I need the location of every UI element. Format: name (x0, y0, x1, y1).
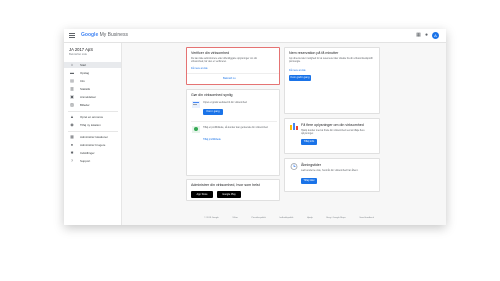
home-icon: ⌂ (70, 62, 74, 67)
apps-card-title: Administrer din virksomhed, hvor som hel… (191, 183, 260, 187)
website-start-button[interactable]: Kom i gang (203, 109, 223, 115)
sidebar-item-posts[interactable]: ▬ Opslag (64, 70, 121, 76)
post-icon: ▬ (70, 70, 74, 75)
sidebar-item-photos[interactable]: ▨ Billeder (64, 102, 121, 108)
sidebar-item-label: Indstillinger (80, 151, 95, 155)
app-logo[interactable]: Google My Business (81, 32, 128, 39)
verify-business-card: Verificer din virksomhed Du kan ikke adm… (186, 47, 280, 85)
sidebar-item-add-location[interactable]: ◉ Tilføj ny lokation (64, 122, 121, 128)
sidebar-item-settings[interactable]: ✹ Indstillinger (64, 150, 121, 156)
sidebar-item-label: Info (80, 79, 85, 83)
reservations-card-title: Nem reservation på få minutter (289, 51, 339, 55)
gear-icon: ✹ (70, 150, 74, 155)
sidebar-item-support[interactable]: ? Support (64, 158, 121, 164)
sidebar-item-label: Support (80, 159, 91, 163)
sidebar-item-label: Opslag (80, 71, 90, 75)
sidebar-divider (68, 111, 118, 112)
add-info-card: Få flere oplysninger om din virksomhed H… (284, 118, 380, 154)
app-store-badge[interactable]: App Store (191, 191, 213, 198)
sidebar-item-label: Tilføj ny lokation (80, 123, 101, 127)
sidebar-item-label: Opret en annonce (80, 115, 104, 119)
add-hours-button[interactable]: Tilføj tider (301, 178, 317, 184)
footer-link-maps[interactable]: Brug i Google Maps (326, 217, 345, 219)
promote-website-text: Opret et gratis websted til din virksomh… (203, 101, 247, 104)
sidebar-item-home[interactable]: ⌂ Start (64, 62, 121, 68)
google-play-badge[interactable]: Google Play (217, 191, 241, 198)
card-divider (191, 121, 277, 122)
sidebar-item-label: Billeder (80, 103, 90, 107)
sidebar-item-info[interactable]: ▤ Info (64, 78, 121, 84)
menu-icon[interactable] (69, 33, 75, 38)
card-divider (187, 73, 279, 74)
sidebar-item-users[interactable]: ● Administrér brugere (64, 142, 121, 148)
ads-icon: ▲ (70, 114, 74, 119)
reservations-card-text: Giv dine kunder mulighed for at reserver… (289, 57, 373, 63)
footer-copyright: © 2019 Google (204, 217, 219, 219)
sidebar-item-ads[interactable]: ▲ Opret en annonce (64, 114, 121, 120)
add-profile-photo-link[interactable]: Tilføj profilbillede (203, 138, 221, 141)
reservations-start-button[interactable]: Kom godt i gang (289, 75, 311, 81)
sidebar-divider (68, 131, 118, 132)
footer-link-terms[interactable]: Vilkår (232, 217, 237, 219)
sidebar-item-label: Administrér lokationer (80, 135, 108, 139)
reservations-learn-more-link[interactable]: Få mere at vide (289, 69, 306, 72)
verify-card-title: Verificer din virksomhed (191, 51, 230, 55)
top-bar: Google My Business ▦ ● A (64, 29, 446, 43)
add-info-button[interactable]: Tilføj info (301, 139, 317, 145)
clock-illustration-icon (290, 163, 298, 170)
info-illustration-icon (290, 123, 298, 130)
add-info-card-title: Få flere oplysninger om din virksomhed (301, 123, 364, 127)
add-info-card-text: Hjælp kunder med at finde din virksomhed… (301, 129, 365, 135)
footer-link-content-policy[interactable]: Indholdspolitik (279, 217, 293, 219)
app-window: Google My Business ▦ ● A JA 2017 ApS Bek… (64, 29, 446, 225)
chart-icon: ▥ (70, 86, 74, 91)
footer-link-feedback[interactable]: Send feedback (359, 217, 374, 219)
apps-card: Administrer din virksomhed, hvor som hel… (186, 179, 280, 201)
profile-photo-illustration-icon (192, 126, 200, 133)
sidebar-item-manage-locations[interactable]: ▦ Administrér lokationer (64, 134, 121, 140)
sidebar-item-insights[interactable]: ▥ Statistik (64, 86, 121, 92)
notifications-icon[interactable]: ● (424, 33, 429, 38)
brand-product: My Business (99, 32, 128, 38)
reservations-card: Nem reservation på få minutter Giv dine … (284, 47, 380, 114)
sidebar-item-reviews[interactable]: ▣ Anmeldelser (64, 94, 121, 100)
users-icon: ● (70, 142, 74, 147)
store-icon: ▦ (70, 134, 74, 139)
website-illustration-icon (192, 101, 200, 108)
promote-business-card: Gør din virksomhed synlig Opret et grati… (186, 89, 280, 176)
opening-hours-card-title: Åbningstider (301, 163, 321, 167)
footer: © 2019 Google Vilkår Privatlivspolitik I… (204, 217, 374, 219)
sidebar-item-label: Administrér brugere (80, 143, 106, 147)
verify-now-button[interactable]: Bekræft nu (223, 77, 236, 80)
avatar[interactable]: A (432, 32, 439, 39)
help-icon: ? (70, 158, 74, 163)
verify-card-text: Du kan ikke administrere eller offentlig… (191, 57, 258, 63)
image-icon: ▨ (70, 102, 74, 107)
sidebar-item-label: Start (80, 63, 87, 67)
brand-google: Google (81, 32, 99, 38)
info-icon: ▤ (70, 78, 74, 83)
business-status: Bekræftet side (69, 52, 88, 56)
promote-photo-text: Tilføj et profilbillede, så kunder kan g… (203, 126, 268, 129)
footer-link-privacy[interactable]: Privatlivspolitik (251, 217, 265, 219)
add-location-icon: ◉ (70, 122, 74, 127)
opening-hours-card: Åbningstider Lad kunderne vide, hvornår … (284, 158, 380, 192)
verify-learn-more-link[interactable]: Få mere at vide (191, 67, 208, 70)
sidebar-item-label: Statistik (80, 87, 91, 91)
sidebar-item-label: Anmeldelser (80, 95, 97, 99)
sidebar: JA 2017 ApS Bekræftet side ⌂ Start ▬ Ops… (64, 43, 122, 225)
opening-hours-card-text: Lad kunderne vide, hvornår din virksomhe… (301, 169, 359, 172)
apps-grid-icon[interactable]: ▦ (416, 33, 421, 38)
promote-card-title: Gør din virksomhed synlig (191, 93, 233, 97)
star-icon: ▣ (70, 94, 74, 99)
footer-link-help[interactable]: Hjælp (307, 217, 313, 219)
